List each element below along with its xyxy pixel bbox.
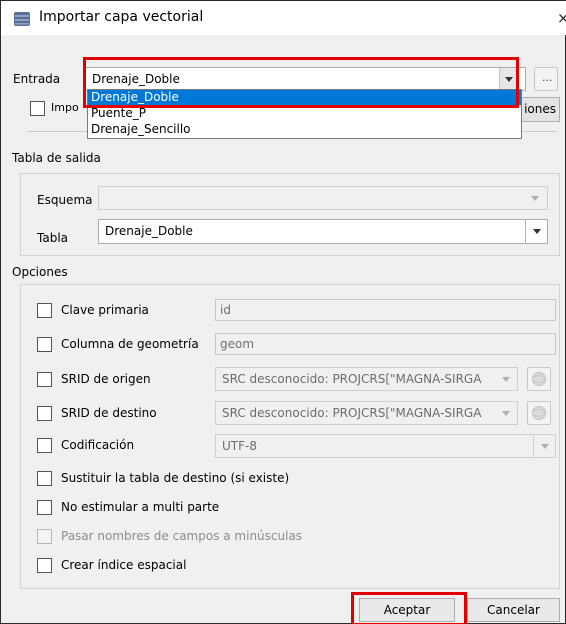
schema-combo[interactable] xyxy=(98,186,548,210)
primary-key-field[interactable]: id xyxy=(215,299,556,321)
srid-source-combo[interactable]: SRC desconocido: PROJCRS["MAGNA-SIRGA xyxy=(215,367,518,391)
srid-source-dropdown[interactable] xyxy=(495,368,517,390)
srid-dest-label: SRID de destino xyxy=(61,406,157,420)
replace-table-checkbox[interactable] xyxy=(37,471,52,486)
srid-source-select-button[interactable] xyxy=(527,367,551,391)
cancel-button[interactable]: Cancelar xyxy=(467,598,560,622)
options-section-title: Opciones xyxy=(12,265,68,279)
srid-dest-checkbox[interactable] xyxy=(37,406,52,421)
primary-key-checkbox[interactable] xyxy=(37,303,52,318)
chevron-down-icon xyxy=(502,377,510,382)
spatial-index-label: Crear índice espacial xyxy=(61,558,187,572)
import-options-label: iones xyxy=(524,102,556,116)
lowercase-checkbox[interactable] xyxy=(37,529,52,544)
primary-key-value: id xyxy=(220,303,231,317)
table-label: Tabla xyxy=(37,231,69,245)
output-group: Esquema Tabla Drenaje_Doble xyxy=(20,173,560,256)
srid-dest-combo[interactable]: SRC desconocido: PROJCRS["MAGNA-SIRGA xyxy=(215,401,518,425)
encoding-checkbox[interactable] xyxy=(37,438,52,453)
encoding-combo[interactable]: UTF-8 xyxy=(215,434,556,458)
browse-label: ... xyxy=(542,71,553,84)
import-checkbox[interactable] xyxy=(30,101,45,116)
geom-column-checkbox[interactable] xyxy=(37,337,52,352)
replace-table-label: Sustituir la tabla de destino (si existe… xyxy=(61,471,290,485)
srid-source-value: SRC desconocido: PROJCRS["MAGNA-SIRGA xyxy=(222,372,482,386)
srid-dest-select-button[interactable] xyxy=(527,401,551,425)
cancel-label: Cancelar xyxy=(487,603,540,617)
chevron-down-icon xyxy=(531,196,539,201)
chevron-down-icon xyxy=(541,444,549,449)
highlight-box xyxy=(83,57,519,108)
geom-column-value: geom xyxy=(220,337,255,351)
globe-icon xyxy=(532,372,546,386)
close-icon[interactable]: × xyxy=(557,9,566,27)
options-group: Clave primaria id Columna de geometría g… xyxy=(20,284,560,589)
encoding-label: Codificación xyxy=(61,438,135,452)
database-icon xyxy=(14,12,30,26)
browse-button[interactable]: ... xyxy=(534,67,558,91)
table-dropdown-button[interactable] xyxy=(525,220,547,243)
geom-column-label: Columna de geometría xyxy=(61,337,199,351)
import-vector-layer-dialog: Importar capa vectorial × Entrada Drenaj… xyxy=(0,0,566,624)
dropdown-option[interactable]: Drenaje_Sencillo xyxy=(88,122,521,137)
geom-column-field[interactable]: geom xyxy=(215,333,556,355)
lowercase-label: Pasar nombres de campos a minúsculas xyxy=(61,529,303,543)
table-value: Drenaje_Doble xyxy=(105,224,193,238)
output-section-title: Tabla de salida xyxy=(12,151,101,165)
srid-source-label: SRID de origen xyxy=(61,372,151,386)
schema-label: Esquema xyxy=(37,193,93,207)
table-combo[interactable]: Drenaje_Doble xyxy=(98,219,548,244)
encoding-dropdown[interactable] xyxy=(533,435,555,457)
window-title: Importar capa vectorial xyxy=(39,9,204,25)
srid-dest-value: SRC desconocido: PROJCRS["MAGNA-SIRGA xyxy=(222,406,482,420)
spatial-index-checkbox[interactable] xyxy=(37,558,52,573)
chevron-down-icon xyxy=(502,411,510,416)
title-bar: Importar capa vectorial × xyxy=(1,1,566,35)
dropdown-option[interactable]: Puente_P xyxy=(88,106,521,121)
highlight-box xyxy=(351,592,467,624)
primary-key-label: Clave primaria xyxy=(61,303,149,317)
chevron-down-icon xyxy=(533,229,541,234)
srid-source-checkbox[interactable] xyxy=(37,372,52,387)
srid-dest-dropdown[interactable] xyxy=(495,402,517,424)
no-multipart-label: No estimular a multi parte xyxy=(61,500,220,514)
encoding-value: UTF-8 xyxy=(222,439,257,453)
entrada-label: Entrada xyxy=(13,72,61,86)
globe-icon xyxy=(532,406,546,420)
import-label: Impo xyxy=(51,101,79,114)
no-multipart-checkbox[interactable] xyxy=(37,500,52,515)
